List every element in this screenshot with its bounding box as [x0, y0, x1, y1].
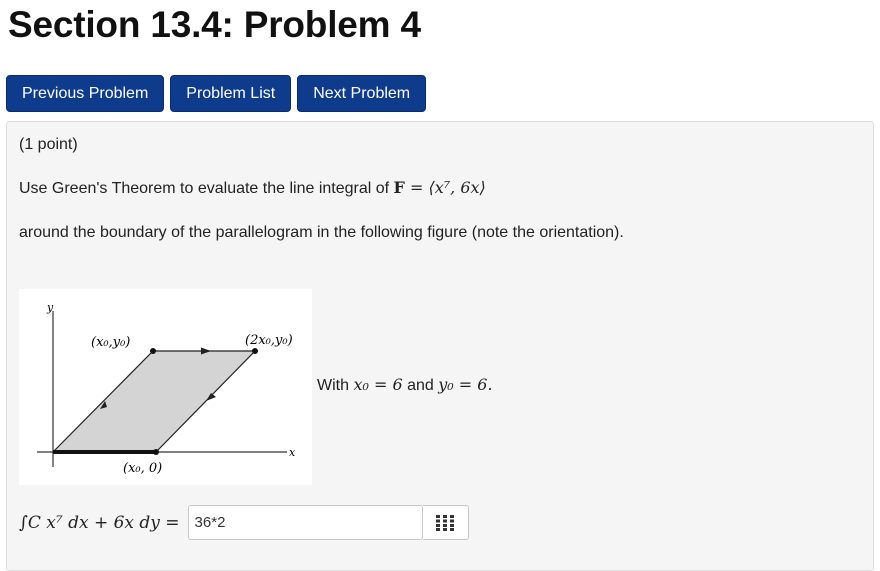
- field-symbol: F: [393, 178, 405, 197]
- label-x0-y0: (x₀,y₀): [91, 335, 130, 350]
- vertex-top-right: [252, 348, 258, 354]
- field-formula: F = ⟨x⁷, 6x⟩: [394, 178, 486, 197]
- statement-prefix: Use Green's Theorem to evaluate the line…: [19, 180, 394, 197]
- given-values: With x₀ = 6 and y₀ = 6.: [317, 375, 493, 395]
- integral-expression: ∫C x⁷ dx + 6x dy =: [19, 512, 180, 533]
- problem-nav: Previous Problem Problem List Next Probl…: [6, 75, 427, 112]
- parallelogram-region: [51, 350, 257, 453]
- problem-panel: (1 point) Use Green's Theorem to evaluat…: [6, 121, 874, 571]
- with-prefix: With: [317, 377, 354, 394]
- previous-problem-button[interactable]: Previous Problem: [6, 75, 165, 112]
- grid-icon: [436, 514, 455, 531]
- page-title: Section 13.4: Problem 4: [8, 4, 421, 45]
- equation-editor-button[interactable]: [422, 505, 469, 540]
- problem-list-button[interactable]: Problem List: [170, 75, 292, 112]
- vertex-top-left: [150, 348, 156, 354]
- with-and: and: [402, 377, 439, 394]
- answer-row: ∫C x⁷ dx + 6x dy =: [19, 505, 469, 540]
- x-axis-label: x: [289, 446, 296, 459]
- field-expression: = ⟨x⁷, 6x⟩: [409, 178, 486, 197]
- problem-statement-line2: around the boundary of the parallelogram…: [19, 224, 624, 241]
- points-label: (1 point): [19, 136, 78, 153]
- y0-value: y₀ = 6.: [438, 375, 493, 394]
- x0-value: x₀ = 6: [353, 375, 403, 394]
- problem-statement: Use Green's Theorem to evaluate the line…: [19, 178, 486, 198]
- label-x0-0: (x₀, 0): [123, 461, 162, 476]
- y-axis-label: y: [46, 301, 54, 314]
- next-problem-button[interactable]: Next Problem: [297, 75, 427, 112]
- parallelogram-figure: y x (x₀,y₀) (2x₀,y₀) (x₀, 0): [19, 289, 312, 485]
- vertex-bottom: [153, 449, 159, 455]
- answer-input[interactable]: [187, 505, 423, 540]
- answer-input-group: [180, 505, 469, 540]
- label-2x0-y0: (2x₀,y₀): [245, 333, 293, 348]
